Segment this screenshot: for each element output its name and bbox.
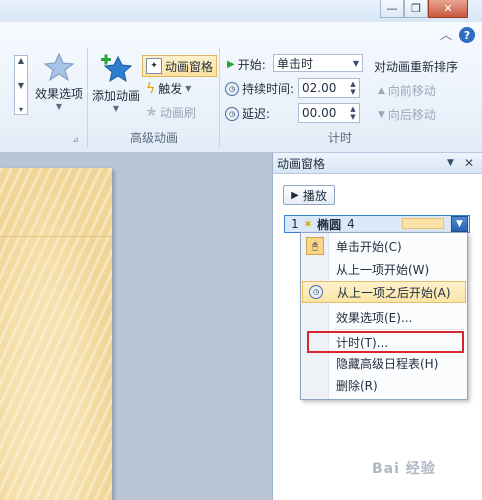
trigger-label: 触发 — [158, 82, 183, 96]
move-later-label: 向后移动 — [387, 108, 436, 122]
animation-pane-title: 动画窗格 — [277, 156, 326, 171]
menu-item-start-on-click[interactable]: 🖰 单击开始(C) — [302, 235, 466, 257]
clock-icon: ◷ — [225, 81, 239, 96]
spin-down-icon: ▼ — [350, 113, 356, 121]
delay-label-row: ◷ 延迟: — [225, 105, 270, 122]
effect-options-label: 效果选项 — [34, 87, 83, 101]
help-icon: ? — [463, 28, 471, 42]
duration-value: 02.00 — [302, 81, 337, 95]
play-triangle-icon: ▶ — [227, 59, 235, 70]
close-icon: ✕ — [443, 2, 453, 15]
chevron-down-icon: ▼ — [112, 104, 120, 113]
arrow-down-icon: ▼ — [378, 109, 385, 120]
start-label-row: ▶ 开始: — [227, 56, 266, 73]
chevron-down-icon: ▼ — [185, 84, 192, 93]
trigger-button[interactable]: ϟ 触发 ▼ — [146, 80, 191, 97]
annotation-highlight-box — [307, 331, 464, 353]
chevron-up-icon: ︿ — [439, 28, 452, 42]
advanced-animation-group-label: 高级动画 — [129, 131, 178, 145]
play-icon: ▶ — [291, 189, 299, 201]
chevron-down-icon: ▼ — [352, 58, 359, 68]
add-animation-button[interactable]: 添加动画 ▼ — [92, 52, 140, 138]
duration-label: 持续时间: — [242, 82, 295, 96]
dialog-launcher-icon[interactable]: ⊿ — [72, 135, 79, 144]
menu-item-label: 从上一项之后开始(A) — [337, 285, 451, 300]
duration-label-row: ◷ 持续时间: — [225, 80, 294, 97]
clock-icon: ◷ — [303, 285, 329, 299]
add-star-icon — [101, 54, 133, 83]
help-button[interactable]: ? — [459, 27, 475, 43]
delay-spinner[interactable]: ▲ ▼ — [347, 104, 359, 122]
delay-input[interactable]: 00.00 ▲ ▼ — [298, 103, 360, 123]
effect-options-button[interactable]: 效果选项 ▼ — [33, 52, 85, 138]
maximize-button[interactable]: ❐ — [404, 0, 428, 18]
menu-item-label: 效果选项(E)... — [336, 310, 413, 325]
menu-item-label: 删除(R) — [336, 378, 378, 393]
menu-item-with-previous[interactable]: 从上一项开始(W) — [302, 258, 466, 280]
reorder-title: 对动画重新排序 — [374, 60, 459, 74]
spin-up-icon: ▲ — [350, 80, 356, 88]
move-earlier-button[interactable]: ▲ 向前移动 — [378, 82, 436, 99]
chevron-down-icon: ▼ — [456, 219, 463, 229]
close-window-button[interactable]: ✕ — [428, 0, 468, 18]
play-button[interactable]: ▶ 播放 — [283, 185, 335, 205]
spin-up-icon: ▲ — [350, 105, 356, 113]
menu-item-after-previous[interactable]: ◷ 从上一项之后开始(A) — [302, 281, 466, 303]
pane-close-icon[interactable]: ✕ — [464, 156, 482, 170]
move-later-button[interactable]: ▼ 向后移动 — [378, 106, 436, 123]
mouse-click-star-icon: ✶ — [303, 217, 314, 231]
animation-pane-icon: ✦ — [146, 58, 162, 74]
menu-item-remove[interactable]: 删除(R) — [302, 374, 466, 396]
move-earlier-label: 向前移动 — [387, 84, 436, 98]
group-divider — [87, 48, 88, 148]
watermark-logo: Bai 经验 — [372, 461, 436, 477]
chevron-down-icon: ▼ — [55, 102, 63, 111]
timing-bar[interactable] — [402, 218, 444, 229]
add-animation-label: 添加动画 — [92, 89, 141, 103]
slide-canvas[interactable] — [0, 168, 112, 500]
animation-painter-button[interactable]: ✯ 动画刷 — [146, 104, 196, 121]
menu-item-label: 单击开始(C) — [336, 239, 402, 254]
animation-gallery-scroller[interactable]: ▲ ▼ ▾ — [14, 55, 28, 115]
item-name: 椭圆 — [317, 217, 342, 232]
menu-item-hide-advanced-timeline[interactable]: 隐藏高级日程表(H) — [302, 352, 466, 374]
menu-item-effect-options[interactable]: 效果选项(E)... — [302, 306, 466, 328]
arrow-up-icon: ▲ — [378, 85, 385, 96]
spin-down-icon: ▼ — [350, 88, 356, 96]
animation-pane-header: 动画窗格 ▼ ✕ — [273, 153, 482, 174]
item-index: 1 — [291, 217, 299, 231]
scroll-down-icon: ▼ — [17, 80, 25, 90]
start-select[interactable]: 单击时 ▼ — [273, 54, 363, 72]
animation-pane-label: 动画窗格 — [165, 59, 214, 74]
gallery-more-icon: ▾ — [18, 105, 23, 114]
scroll-up-icon: ▲ — [17, 56, 25, 65]
ribbon-collapse-button[interactable]: ︿ — [440, 26, 452, 43]
delay-clock-icon: ◷ — [225, 106, 239, 121]
delay-label: 延迟: — [242, 107, 271, 121]
animation-pane-button[interactable]: ✦ 动画窗格 — [142, 55, 218, 77]
slide-guide-line — [0, 236, 112, 237]
item-dropdown-button[interactable]: ▼ — [451, 216, 468, 232]
restore-icon: ❐ — [411, 2, 421, 15]
star-icon — [43, 52, 75, 82]
menu-item-label: 隐藏高级日程表(H) — [336, 356, 439, 371]
start-value: 单击时 — [277, 56, 314, 71]
lightning-icon: ϟ — [146, 80, 156, 97]
timing-group-label: 计时 — [327, 131, 352, 145]
item-number: 4 — [347, 217, 355, 231]
pane-options-icon[interactable]: ▼ — [447, 158, 464, 168]
menu-separator — [334, 329, 464, 330]
minimize-icon: — — [386, 2, 398, 15]
play-label: 播放 — [302, 188, 327, 203]
duration-input[interactable]: 02.00 ▲ ▼ — [298, 78, 360, 98]
start-label: 开始: — [237, 58, 266, 72]
duration-spinner[interactable]: ▲ ▼ — [347, 79, 359, 97]
delay-value: 00.00 — [302, 106, 337, 120]
minimize-button[interactable]: — — [380, 0, 404, 18]
menu-item-label: 从上一项开始(W) — [336, 262, 430, 277]
mouse-icon: 🖰 — [302, 237, 328, 255]
painter-icon: ✯ — [146, 105, 157, 120]
animation-painter-label: 动画刷 — [159, 106, 196, 120]
